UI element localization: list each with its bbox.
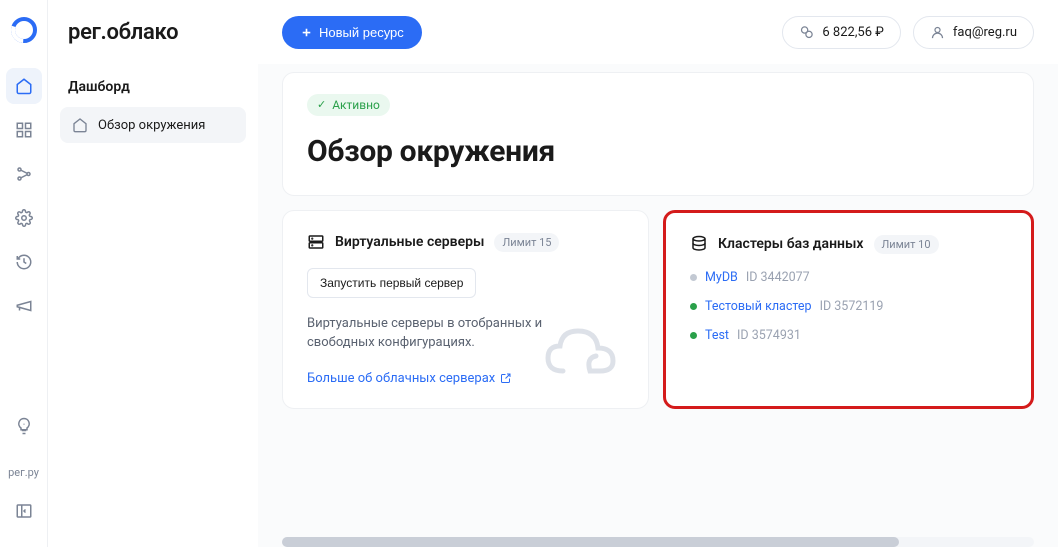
rail-megaphone-icon[interactable] [6,288,42,324]
db-list: MyDB ID 3442077 Тестовый кластер ID 3572… [690,270,1007,343]
rail-brand-text[interactable]: рег.ру [8,466,39,479]
launch-server-button[interactable]: Запустить первый сервер [307,268,476,298]
icon-rail: рег.ру [0,0,48,547]
plus-icon [300,26,313,39]
user-pill[interactable]: faq@reg.ru [913,16,1034,49]
balance-pill[interactable]: 6 822,56 ₽ [782,16,900,49]
server-icon [307,233,325,251]
sidebar-section-title: Дашборд [68,79,246,95]
vservers-title: Виртуальные серверы [335,234,484,250]
external-link-icon [500,372,512,384]
home-icon [72,117,88,133]
status-badge: Активно [307,94,390,116]
cloud-decoration-icon [538,316,628,390]
wallet-icon [799,25,814,40]
status-dot-icon [690,274,697,281]
sidebar: рег.облако Дашборд Обзор окружения [48,0,258,547]
virtual-servers-card: Виртуальные серверы Лимит 15 Запустить п… [282,210,649,409]
db-item: Test ID 3574931 [690,328,1007,343]
topbar: Новый ресурс 6 822,56 ₽ faq@reg.ru [258,0,1058,64]
page-title: Обзор окружения [307,134,1009,169]
db-id: ID 3442077 [746,270,810,285]
db-name-link[interactable]: Test [705,328,729,343]
dbclusters-title: Кластеры баз данных [718,236,864,252]
rail-collapse-icon[interactable] [6,493,42,529]
user-icon [930,25,945,40]
vservers-description: Виртуальные серверы в отобранных и свобо… [307,314,547,353]
header-card: Активно Обзор окружения [282,72,1034,196]
horizontal-scrollbar[interactable] [282,537,1034,547]
main: Новый ресурс 6 822,56 ₽ faq@reg.ru Актив… [258,0,1058,547]
db-name-link[interactable]: Тестовый кластер [705,299,812,314]
rail-gear-icon[interactable] [6,200,42,236]
vservers-more-link[interactable]: Больше об облачных серверах [307,371,512,386]
status-dot-icon [690,332,697,339]
status-dot-icon [690,303,697,310]
rail-help-icon[interactable] [6,408,42,444]
db-item: Тестовый кластер ID 3572119 [690,299,1007,314]
rail-grid-icon[interactable] [6,112,42,148]
sidebar-item-overview[interactable]: Обзор окружения [60,107,246,143]
rail-home-icon[interactable] [6,68,42,104]
db-id: ID 3574931 [737,328,801,343]
rail-history-icon[interactable] [6,244,42,280]
sidebar-item-label: Обзор окружения [98,118,205,133]
db-clusters-card: Кластеры баз данных Лимит 10 MyDB ID 344… [663,210,1034,409]
db-item: MyDB ID 3442077 [690,270,1007,285]
brand-title: рег.облако [68,20,246,45]
new-resource-button[interactable]: Новый ресурс [282,16,422,49]
db-id: ID 3572119 [820,299,884,314]
vservers-limit: Лимит 15 [494,233,559,252]
db-name-link[interactable]: MyDB [705,270,738,285]
rail-network-icon[interactable] [6,156,42,192]
database-icon [690,235,708,253]
dbclusters-limit: Лимит 10 [874,235,939,254]
logo-icon[interactable] [10,16,38,44]
